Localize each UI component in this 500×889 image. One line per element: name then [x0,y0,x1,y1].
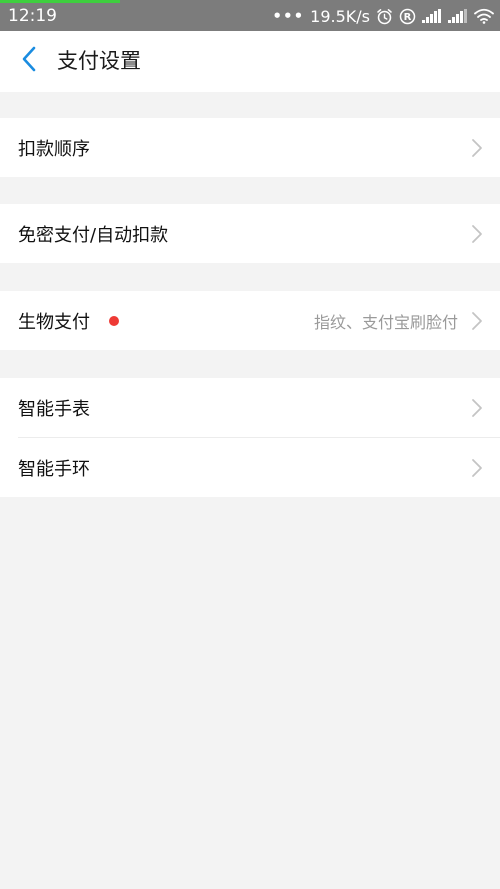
svg-text:R: R [404,12,412,23]
signal-icon [448,9,468,23]
chevron-right-icon [472,225,482,243]
row-label: 免密支付/自动扣款 [18,224,169,246]
back-button[interactable] [14,46,44,76]
registered-icon: R [399,8,416,25]
row-label: 生物支付 [18,311,90,333]
row-biometric-payment[interactable]: 生物支付 指纹、支付宝刷脸付 [0,291,500,350]
chevron-right-icon [472,459,482,477]
more-notifications-indicator: ••• [272,7,305,25]
row-label: 扣款顺序 [18,138,90,160]
signal-icon [422,9,442,23]
row-password-free-payment[interactable]: 免密支付/自动扣款 [0,204,500,263]
status-bar: 12:19 ••• 19.5K/s R [0,0,500,31]
load-progress-bar [0,0,120,3]
chevron-right-icon [472,139,482,157]
page-title: 支付设置 [57,49,141,73]
status-time: 12:19 [8,6,57,26]
row-label: 智能手环 [18,458,90,480]
new-badge-dot [109,315,119,326]
wifi-icon [474,8,494,24]
row-smart-band[interactable]: 智能手环 [0,438,500,497]
settings-group-password-free: 免密支付/自动扣款 [0,204,500,263]
chevron-right-icon [472,312,482,330]
alarm-icon [376,8,393,25]
row-smart-watch[interactable]: 智能手表 [0,378,500,437]
network-speed: 19.5K/s [310,6,370,26]
chevron-right-icon [472,399,482,417]
settings-group-biometric: 生物支付 指纹、支付宝刷脸付 [0,291,500,350]
status-right-group: ••• 19.5K/s R [272,5,494,27]
chevron-left-icon [21,46,37,76]
settings-group-wearables: 智能手表 智能手环 [0,378,500,497]
row-debit-order[interactable]: 扣款顺序 [0,118,500,177]
app-header: 支付设置 [0,31,500,92]
row-label: 智能手表 [18,398,90,420]
settings-group-debit-order: 扣款顺序 [0,118,500,177]
row-detail: 指纹、支付宝刷脸付 [313,312,458,332]
